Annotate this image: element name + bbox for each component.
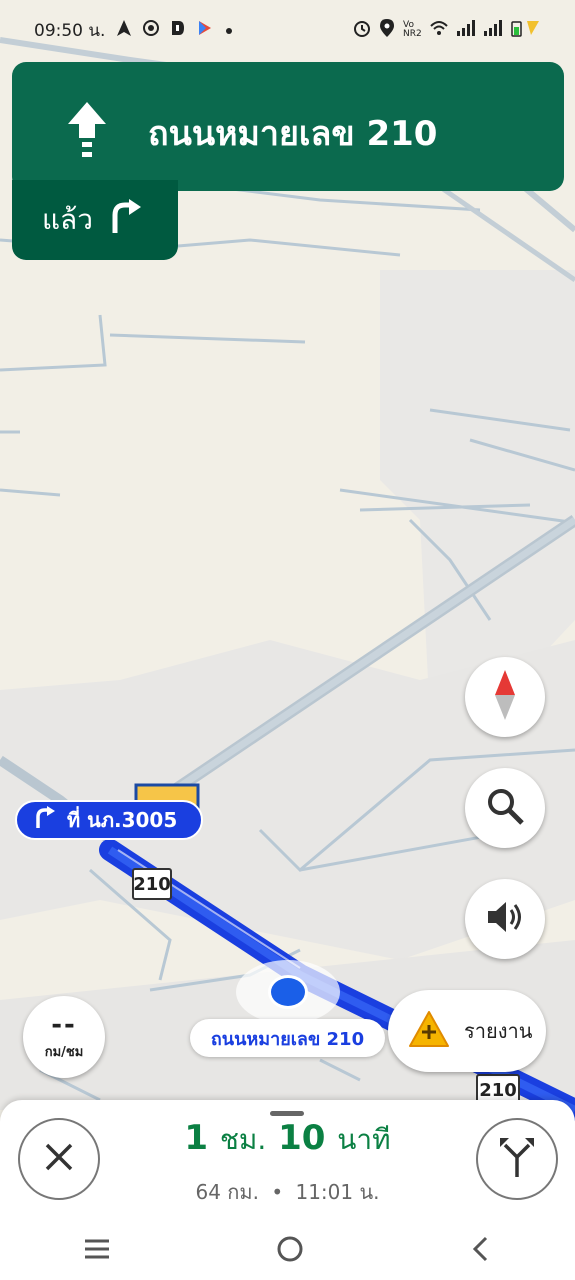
turn-right-icon <box>107 198 143 242</box>
recent-apps-button[interactable] <box>83 1238 111 1264</box>
signal-icon-2 <box>484 20 502 40</box>
route-shield: 210 <box>132 868 172 900</box>
speed-unit: กม/ชม <box>44 1044 84 1060</box>
speed-value: -- <box>51 1009 77 1040</box>
volume-icon <box>486 899 524 939</box>
report-label: รายงาน <box>464 1019 533 1043</box>
back-button[interactable] <box>470 1235 492 1267</box>
wifi-icon <box>430 20 448 40</box>
next-turn-pill: ที่ นภ.3005 <box>15 800 203 840</box>
play-store-icon <box>197 20 213 41</box>
sheet-drag-handle[interactable] <box>270 1111 304 1116</box>
search-icon <box>486 787 524 829</box>
warning-add-icon <box>408 1010 450 1052</box>
turn-instruction-card[interactable]: ถนนหมายเลข 210 <box>12 62 564 191</box>
trip-distance: 64 กม. <box>195 1180 259 1204</box>
straight-arrow-icon <box>64 100 110 164</box>
next-turn-label: ที่ นภ.3005 <box>67 808 178 832</box>
report-button[interactable]: รายงาน <box>388 990 546 1072</box>
alternate-routes-button[interactable] <box>476 1118 558 1200</box>
chrome-icon <box>143 19 160 41</box>
alarm-icon <box>353 19 371 41</box>
app-b-icon <box>171 20 185 41</box>
then-label: แล้ว <box>42 203 93 236</box>
status-time: 09:50 น. <box>34 20 106 41</box>
battery-charging-icon <box>511 19 541 41</box>
turn-right-icon <box>33 805 57 835</box>
current-location-marker <box>236 960 340 1024</box>
home-button[interactable] <box>276 1235 304 1267</box>
speedometer: -- กม/ชม <box>23 996 105 1078</box>
arrival-time: 11:01 น. <box>295 1180 380 1204</box>
search-button[interactable] <box>465 768 545 848</box>
signal-icon <box>457 20 475 40</box>
dot-icon <box>225 20 233 40</box>
sound-button[interactable] <box>465 879 545 959</box>
location-pin-icon <box>380 19 394 41</box>
compass-button[interactable] <box>465 657 545 737</box>
current-road-label: ถนนหมายเลข 210 <box>190 1019 385 1057</box>
route-fork-icon <box>497 1135 537 1183</box>
status-bar: 09:50 น. Vo NR2 <box>0 0 575 60</box>
system-navigation-bar <box>0 1222 575 1280</box>
primary-street-label: ถนนหมายเลข 210 <box>148 114 438 154</box>
navigation-arrow-icon <box>117 19 132 41</box>
compass-icon <box>493 670 517 724</box>
then-instruction-card: แล้ว <box>12 180 178 260</box>
network-label: Vo NR2 <box>403 20 422 39</box>
